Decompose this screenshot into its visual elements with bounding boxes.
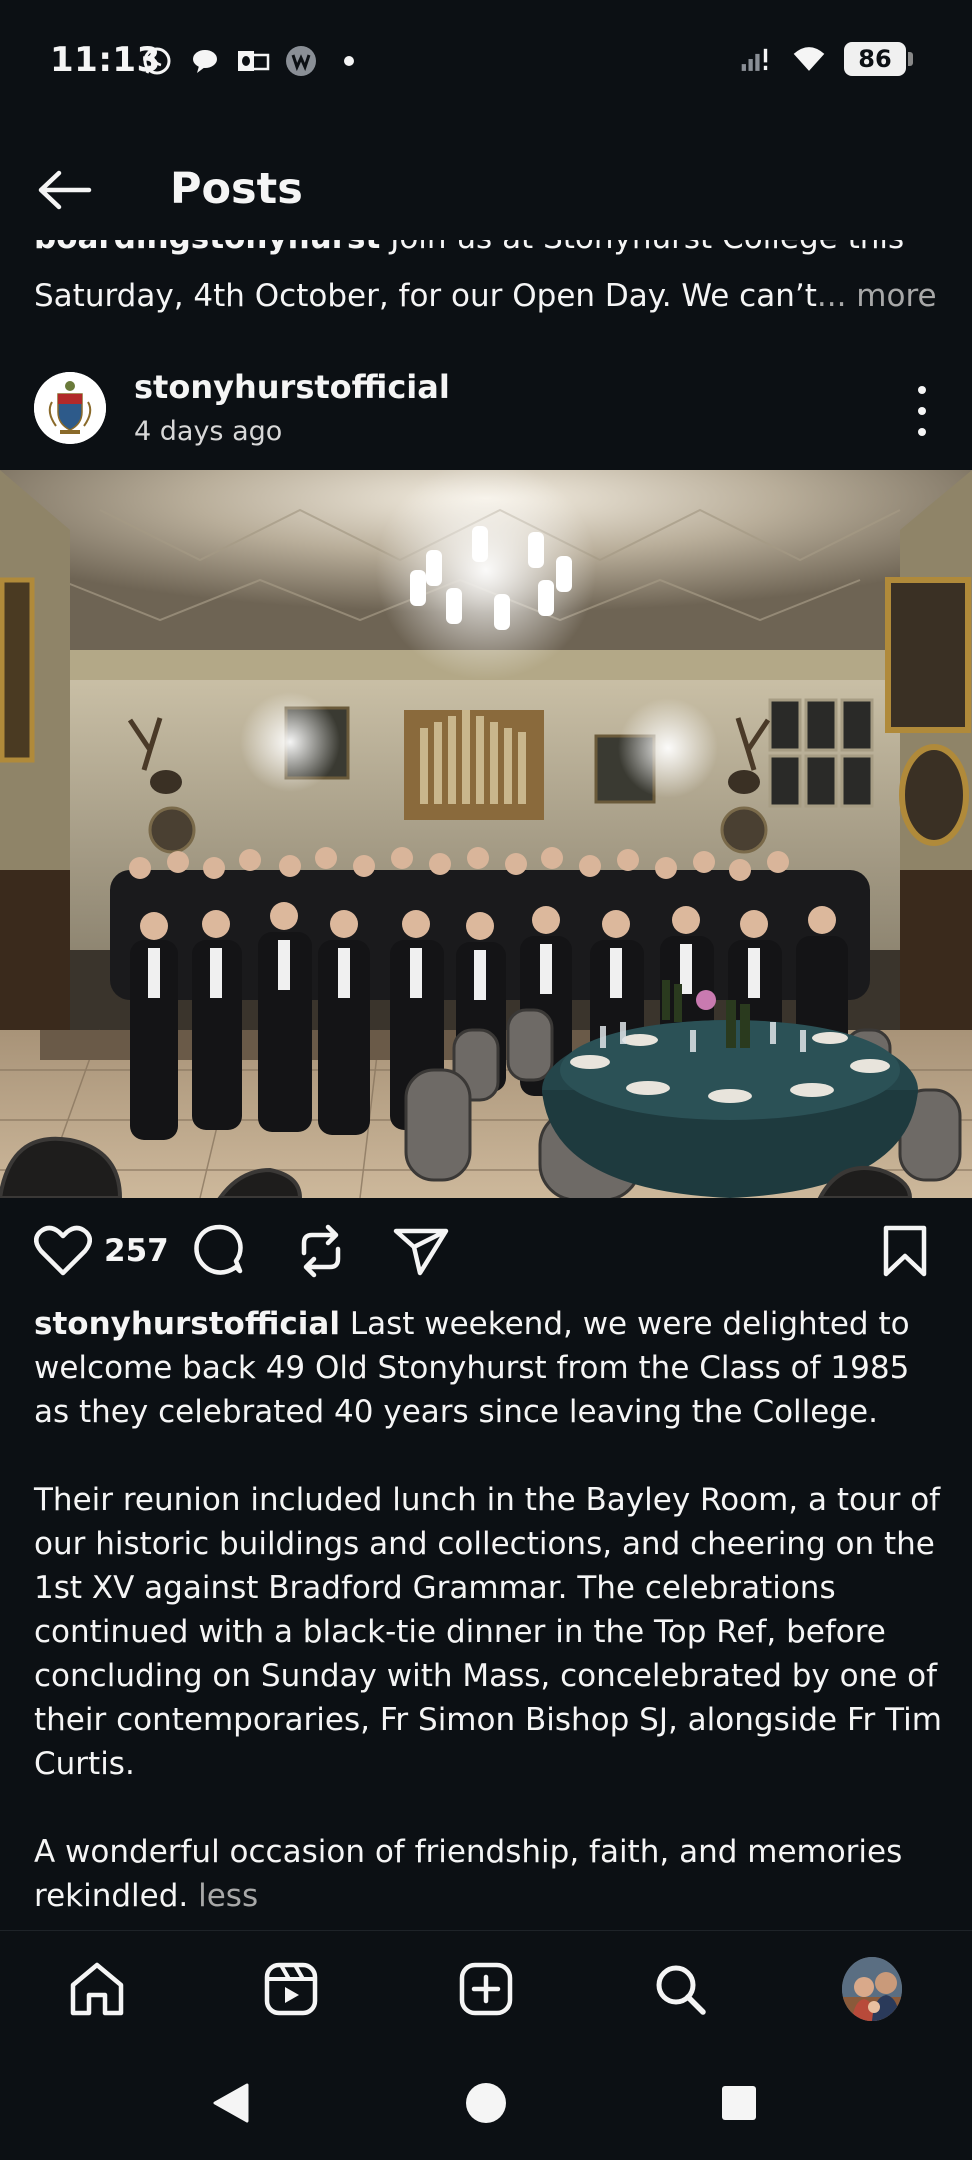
post-actions: 257 xyxy=(0,1214,972,1288)
more-options-button[interactable] xyxy=(912,386,932,436)
previous-caption-text-2: Saturday, 4th October, for our Open Day.… xyxy=(34,278,817,314)
outlook-icon xyxy=(236,44,270,78)
create-icon xyxy=(459,1962,513,2016)
battery-icon: 86 xyxy=(844,42,913,76)
arrow-left-icon xyxy=(38,170,92,210)
previous-caption-line2: Saturday, 4th October, for our Open Day.… xyxy=(34,278,937,314)
caption-paragraph-1: stonyhurstofficial Last weekend, we were… xyxy=(34,1302,946,1434)
post-username[interactable]: stonyhurstofficial xyxy=(134,368,450,406)
more-dot-icon xyxy=(918,386,926,394)
nav-search[interactable] xyxy=(650,1959,710,2019)
comment-button[interactable] xyxy=(192,1214,248,1288)
nav-create[interactable] xyxy=(456,1959,516,2019)
recents-square-icon xyxy=(722,2086,756,2120)
screen: 11:13 86 Posts Saturday, 4th October, fo… xyxy=(0,0,972,2160)
home-icon xyxy=(70,1962,124,2016)
back-triangle-icon xyxy=(213,2083,249,2123)
nav-home[interactable] xyxy=(67,1959,127,2019)
app-header: Posts xyxy=(0,140,972,240)
caption-text-3: A wonderful occasion of friendship, fait… xyxy=(34,1834,903,1914)
heart-icon xyxy=(34,1225,92,1276)
caption-paragraph-2: Their reunion included lunch in the Bayl… xyxy=(34,1478,946,1786)
signal-icon xyxy=(740,42,774,76)
repost-icon xyxy=(301,1224,341,1278)
more-link[interactable]: more xyxy=(856,278,936,314)
chat-bubble-icon xyxy=(188,44,222,78)
previous-caption-text: Join us at Stonyhurst College this xyxy=(390,240,904,256)
system-recents-button[interactable] xyxy=(714,2078,764,2128)
like-button[interactable]: 257 xyxy=(34,1214,169,1288)
system-navigation xyxy=(0,2048,972,2160)
caption-text-2: Their reunion included lunch in the Bayl… xyxy=(34,1482,942,1782)
less-link[interactable]: less xyxy=(198,1878,258,1914)
home-circle-icon xyxy=(466,2083,506,2123)
caption-paragraph-3: A wonderful occasion of friendship, fait… xyxy=(34,1830,946,1918)
w-app-icon xyxy=(284,44,318,78)
back-button[interactable] xyxy=(34,164,96,216)
profile-avatar xyxy=(842,1957,902,2021)
dot-icon xyxy=(332,44,366,78)
share-button[interactable] xyxy=(392,1214,450,1288)
whatsapp-icon xyxy=(140,44,174,78)
search-icon xyxy=(656,1965,706,2015)
save-button[interactable] xyxy=(882,1214,928,1288)
nav-reels[interactable] xyxy=(261,1959,321,2019)
caption-username[interactable]: stonyhurstofficial xyxy=(34,1306,340,1342)
send-icon xyxy=(393,1228,449,1276)
comment-icon xyxy=(194,1224,243,1275)
repost-button[interactable] xyxy=(296,1214,346,1288)
reels-icon xyxy=(264,1962,318,2016)
post-timestamp: 4 days ago xyxy=(134,416,283,447)
more-dot-icon xyxy=(918,428,926,436)
bookmark-icon xyxy=(883,1225,927,1277)
more-dot-icon xyxy=(918,407,926,415)
post-header: stonyhurstofficial 4 days ago xyxy=(0,360,972,470)
post-caption: stonyhurstofficial Last weekend, we were… xyxy=(34,1302,946,1918)
system-back-button[interactable] xyxy=(206,2078,256,2128)
reunion-photo-illustration xyxy=(0,470,972,1198)
previous-caption-ellipsis: ... xyxy=(816,278,847,314)
status-bar: 11:13 86 xyxy=(0,0,972,120)
post-photo[interactable] xyxy=(0,470,972,1198)
previous-post-username[interactable]: boardingstonyhurst xyxy=(34,240,380,256)
page-title: Posts xyxy=(170,164,303,214)
system-status: 86 xyxy=(740,42,913,76)
wifi-icon xyxy=(792,42,826,76)
like-count[interactable]: 257 xyxy=(104,1233,169,1269)
notification-icons xyxy=(140,44,366,78)
previous-caption-line1: boardingstonyhurst Join us at Stonyhurst… xyxy=(34,240,904,256)
crest-icon xyxy=(34,372,106,444)
bottom-navigation xyxy=(0,1930,972,2048)
post-avatar[interactable] xyxy=(34,372,106,444)
previous-caption-clipped: boardingstonyhurst Join us at Stonyhurst… xyxy=(0,240,972,266)
system-home-button[interactable] xyxy=(461,2078,511,2128)
nav-profile[interactable] xyxy=(842,1957,902,2021)
